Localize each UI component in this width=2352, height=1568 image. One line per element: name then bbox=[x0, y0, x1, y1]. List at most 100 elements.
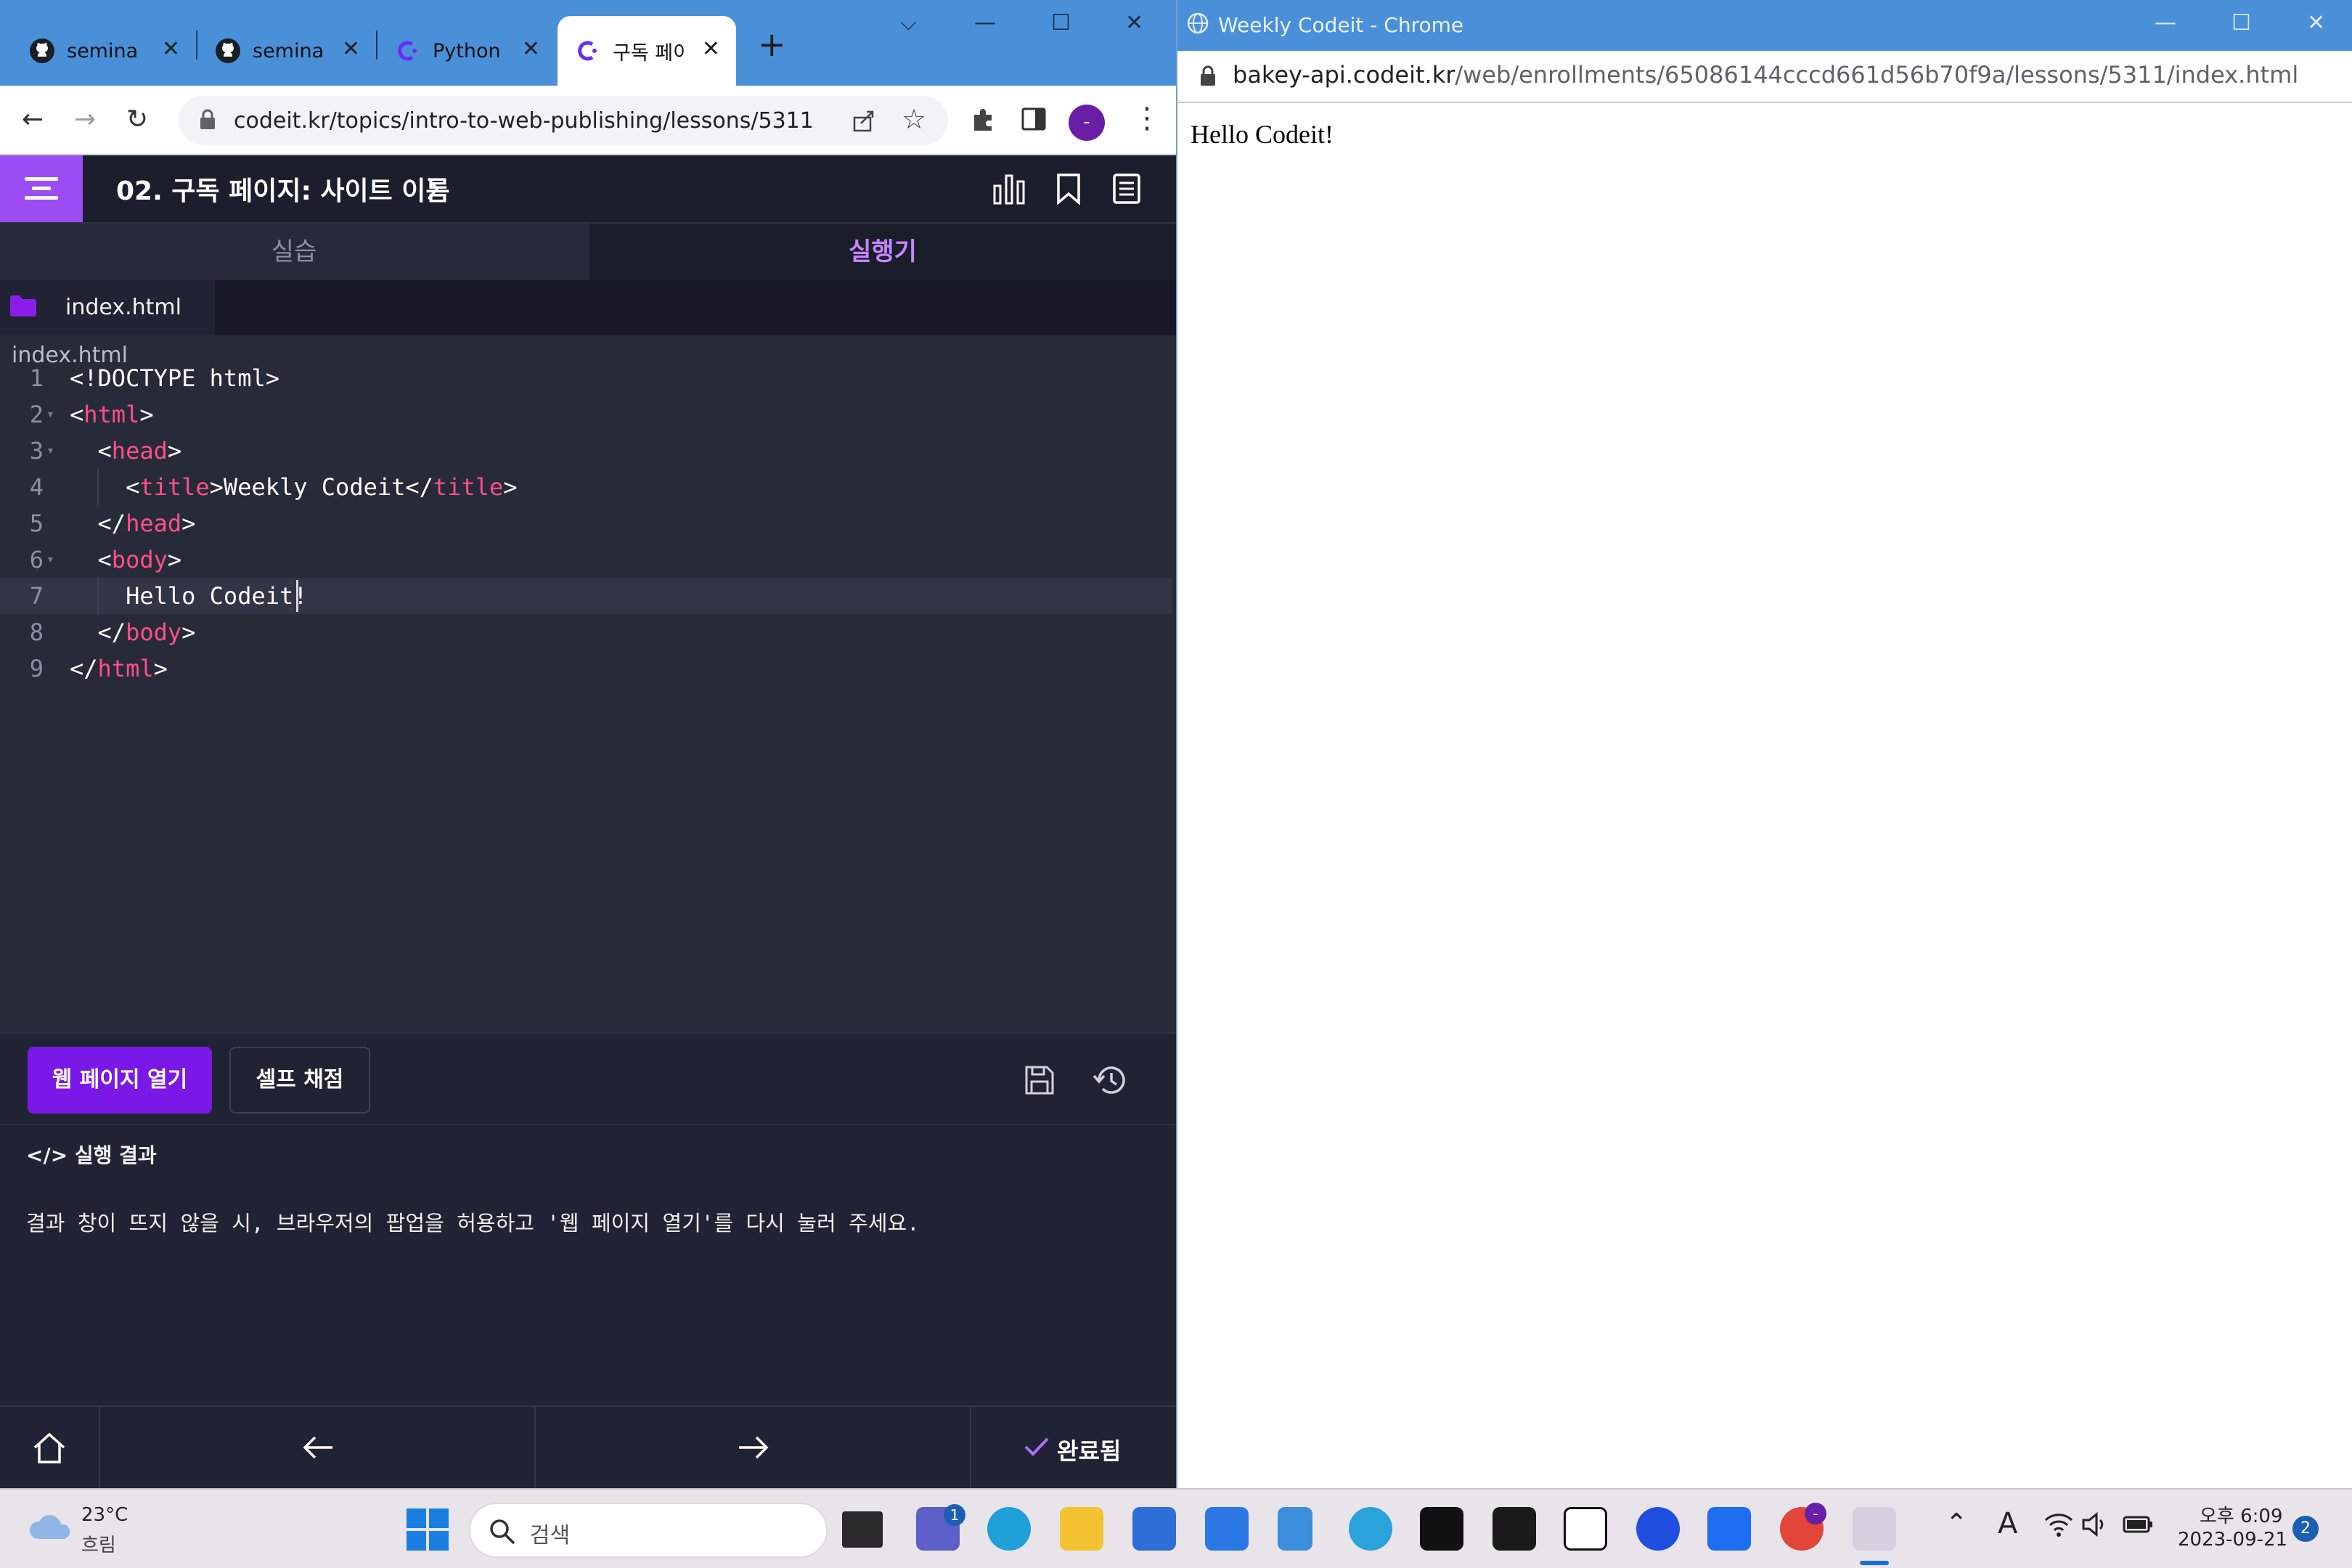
line-number: 3 bbox=[29, 437, 44, 465]
indent-guide bbox=[97, 469, 99, 505]
tab-practice[interactable]: 실습 bbox=[0, 224, 588, 280]
notes-icon[interactable] bbox=[1112, 173, 1141, 205]
close-icon[interactable]: ✕ bbox=[162, 36, 180, 62]
tab-search-chevron-icon[interactable]: ⌵ bbox=[900, 10, 917, 36]
wifi-icon[interactable] bbox=[2044, 1511, 2073, 1538]
speaker-icon[interactable] bbox=[2081, 1511, 2110, 1538]
ime-indicator[interactable]: A bbox=[1998, 1507, 2017, 1540]
code-line[interactable]: 8 </body> bbox=[0, 614, 1172, 650]
fold-arrow-icon[interactable]: ▾ bbox=[46, 542, 54, 578]
line-number: 9 bbox=[29, 655, 44, 682]
browser-tab[interactable]: seminar ✕ bbox=[0, 16, 196, 86]
close-icon[interactable]: ✕ bbox=[522, 36, 540, 62]
arrow-right-icon bbox=[736, 1433, 771, 1462]
fold-arrow-icon[interactable]: ▾ bbox=[46, 433, 54, 469]
previous-button[interactable] bbox=[100, 1407, 536, 1488]
edge-icon[interactable] bbox=[987, 1507, 1031, 1551]
close-window-icon[interactable]: ✕ bbox=[2307, 10, 2325, 36]
bookmark-icon[interactable] bbox=[1054, 173, 1083, 205]
notion-icon[interactable] bbox=[1564, 1507, 1607, 1551]
history-icon[interactable] bbox=[1092, 1063, 1128, 1098]
line-number: 4 bbox=[29, 473, 44, 501]
code-line[interactable]: 4 <title>Weekly Codeit</title> bbox=[0, 469, 1172, 505]
menu-button[interactable] bbox=[0, 155, 83, 222]
reload-icon[interactable]: ↻ bbox=[126, 105, 148, 134]
code-line[interactable]: 9 </html> bbox=[0, 650, 1172, 687]
back-arrow-icon[interactable]: ← bbox=[22, 105, 44, 134]
snipping-tool-icon[interactable] bbox=[1853, 1507, 1896, 1551]
save-icon[interactable] bbox=[1024, 1064, 1055, 1096]
code-line[interactable]: 1 <!DOCTYPE html> bbox=[0, 360, 1172, 396]
home-button[interactable] bbox=[0, 1407, 100, 1488]
inkscape-icon[interactable] bbox=[1420, 1507, 1463, 1551]
extensions-icon[interactable] bbox=[968, 105, 997, 134]
file-tab[interactable]: index.html bbox=[0, 280, 215, 335]
profile-avatar[interactable]: - bbox=[1069, 105, 1105, 141]
line-number: 5 bbox=[29, 510, 44, 537]
close-icon[interactable]: ✕ bbox=[342, 36, 360, 62]
code-line[interactable]: 7 Hello Codeit! bbox=[0, 578, 1172, 614]
forward-arrow-icon[interactable]: → bbox=[74, 105, 96, 134]
browser-tab[interactable]: Python ✕ bbox=[377, 16, 556, 86]
popup-address-bar[interactable]: bakey-api.codeit.kr/web/enrollments/6508… bbox=[1177, 51, 2352, 103]
browser-tab-active[interactable]: 구독 페이 ✕ bbox=[558, 16, 736, 86]
lock-icon bbox=[1199, 65, 1217, 87]
weather-temperature[interactable]: 23°C bbox=[81, 1504, 128, 1526]
windows-start-icon[interactable] bbox=[407, 1508, 449, 1551]
minimize-icon[interactable]: — bbox=[974, 10, 996, 36]
code-line[interactable]: 6 ▾ <body> bbox=[0, 542, 1172, 578]
bookmark-star-icon[interactable]: ☆ bbox=[902, 103, 926, 135]
cloud-icon[interactable] bbox=[28, 1510, 74, 1545]
side-panel-icon[interactable] bbox=[1021, 106, 1047, 132]
new-tab-button[interactable]: + bbox=[758, 25, 786, 64]
code-line[interactable]: 5 </head> bbox=[0, 505, 1172, 542]
tab-strip: seminar ✕ seminar ✕ Python ✕ 구독 페이 ✕ + ⌵… bbox=[0, 0, 1176, 86]
line-number: 8 bbox=[29, 618, 44, 646]
open-web-page-button[interactable]: 웹 페이지 열기 bbox=[28, 1047, 212, 1114]
browser-tab[interactable]: seminar ✕ bbox=[197, 16, 376, 86]
fold-arrow-icon[interactable]: ▾ bbox=[46, 396, 54, 433]
bar-chart-icon[interactable] bbox=[992, 173, 1026, 205]
weather-condition[interactable]: 흐림 bbox=[81, 1530, 116, 1557]
mail-icon[interactable] bbox=[1205, 1507, 1249, 1551]
chevron-up-icon[interactable]: ⌃ bbox=[1945, 1508, 1967, 1538]
next-button[interactable] bbox=[536, 1407, 971, 1488]
app-icon[interactable] bbox=[1707, 1507, 1751, 1551]
code-text: <head> bbox=[70, 437, 182, 465]
task-view-icon[interactable] bbox=[842, 1511, 883, 1548]
popup-page-text: Hello Codeit! bbox=[1191, 120, 1334, 149]
clock-date[interactable]: 2023-09-21 bbox=[2178, 1529, 2287, 1551]
telegram-icon[interactable] bbox=[1349, 1507, 1392, 1551]
battery-icon[interactable] bbox=[2123, 1513, 2155, 1536]
line-number: 1 bbox=[29, 364, 44, 392]
self-grade-button[interactable]: 셀프 채점 bbox=[229, 1047, 370, 1114]
chevron-right-icon[interactable] bbox=[424, 174, 441, 203]
popup-url-host: bakey-api.codeit.kr bbox=[1233, 61, 1455, 89]
bottom-nav: 완료됨 bbox=[0, 1405, 1176, 1488]
lesson-title[interactable]: 02. 구독 페이지: 사이트 이름 bbox=[116, 170, 450, 208]
text-caret bbox=[296, 580, 298, 612]
code-line[interactable]: 2 ▾ <html> bbox=[0, 396, 1172, 433]
code-text: <html> bbox=[70, 401, 154, 428]
notification-badge[interactable]: 2 bbox=[2292, 1516, 2319, 1542]
share-icon[interactable] bbox=[851, 107, 877, 134]
sticky-notes-icon[interactable] bbox=[1493, 1507, 1536, 1551]
microsoft-store-icon[interactable] bbox=[1132, 1507, 1176, 1551]
clock-time[interactable]: 오후 6:09 bbox=[2200, 1501, 2283, 1528]
file-explorer-icon[interactable] bbox=[1060, 1507, 1103, 1551]
maximize-icon[interactable]: ☐ bbox=[2231, 10, 2251, 36]
code-editor[interactable]: index.html 1 <!DOCTYPE html> 2 ▾ <html> 3 ▾ <h… bbox=[0, 335, 1176, 1032]
menu-icon bbox=[25, 176, 58, 202]
notepad-icon[interactable] bbox=[1278, 1507, 1312, 1551]
more-menu-icon[interactable]: ⋮ bbox=[1132, 102, 1161, 135]
tab-runner[interactable]: 실행기 bbox=[589, 224, 1176, 280]
minimize-icon[interactable]: — bbox=[2155, 10, 2176, 36]
maximize-icon[interactable]: ☐ bbox=[1051, 10, 1071, 36]
taskbar-search[interactable]: 검색 bbox=[469, 1503, 828, 1558]
address-bar[interactable]: codeit.kr/topics/intro-to-web-publishing… bbox=[179, 96, 948, 145]
close-icon[interactable]: ✕ bbox=[702, 36, 720, 62]
close-window-icon[interactable]: ✕ bbox=[1125, 10, 1143, 36]
app-icon[interactable] bbox=[1636, 1507, 1680, 1551]
action-bar: 웹 페이지 열기 셀프 채점 bbox=[0, 1032, 1176, 1125]
code-line[interactable]: 3 ▾ <head> bbox=[0, 433, 1172, 469]
